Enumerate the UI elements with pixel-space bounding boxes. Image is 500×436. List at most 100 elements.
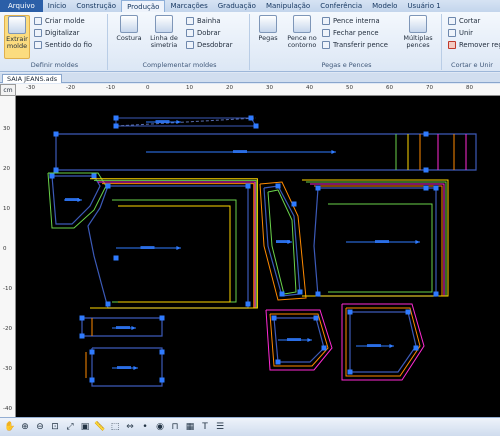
app-window: Arquivo Início Construção Produção Marcações… [0,0,500,436]
pattern-point [315,291,321,297]
grain-arrow [176,246,181,250]
group-definir-moldes: Extrair molde Criar molde Digitalizar Se… [2,14,108,70]
grain-label [155,120,170,123]
tab-in-cio[interactable]: Início [43,0,72,12]
pattern-point [113,255,119,261]
tab-confer-ncia[interactable]: Conferência [315,0,367,12]
back-piece-grade [302,179,449,297]
pattern-point [89,377,95,383]
ruler-tick: 0 [3,246,7,252]
pattern-point [105,183,111,189]
remover-button[interactable]: Remover reg [448,40,500,50]
tab-arquivo[interactable]: Arquivo [0,0,43,12]
back-yoke-outline [349,311,417,373]
pattern-point [291,201,297,207]
magnet-icon[interactable]: ⊓ [169,421,181,433]
tab-manipula-o[interactable]: Manipulação [261,0,315,12]
grain-label [375,240,389,243]
drawing-canvas[interactable] [16,96,500,417]
transferir-pence-button[interactable]: Transferir pence [322,40,388,50]
pence-interna-button[interactable]: Pence interna [322,16,380,26]
ruler-tick: 0 [146,85,150,91]
pattern-point [433,291,439,297]
pence-contorno-button[interactable]: Pence no contorno [284,15,320,49]
unfold-icon [186,41,194,49]
zoom-window-icon[interactable]: ⊡ [49,421,61,433]
desdobrar-button[interactable]: Desdobrar [186,40,233,50]
pattern-point [159,377,165,383]
tab-marca-es[interactable]: Marcações [165,0,212,12]
extrair-molde-button[interactable]: Extrair molde [4,15,30,59]
tab-usu-rio-1[interactable]: Usuário 1 [402,0,445,12]
ruler-tick: 20 [226,85,233,91]
text-icon[interactable]: T [199,421,211,433]
costura-button[interactable]: Costura [114,15,144,42]
group-label: Cortar e Unir [451,61,493,69]
grain-arrow [415,240,420,244]
ribbon: Extrair molde Criar molde Digitalizar Se… [0,12,500,72]
fechar-pence-button[interactable]: Fechar pence [322,28,379,38]
unir-button[interactable]: Unir [448,28,473,38]
hand-icon[interactable]: ✋ [4,421,16,433]
multiple-darts-icon [409,15,427,33]
grain-arrow [331,150,336,154]
zoom-page-icon[interactable]: ▣ [79,421,91,433]
seam-icon [120,15,138,33]
point-icon[interactable]: • [139,421,151,433]
multiplas-pences-button[interactable]: Múltiplas pences [398,15,438,49]
pattern-point [245,183,251,189]
grain-label [116,326,130,329]
tab-gradua-o[interactable]: Graduação [213,0,261,12]
criar-molde-button[interactable]: Criar molde [34,16,85,26]
front-inner-line [112,199,237,303]
measure-icon[interactable]: ⇔ [124,421,136,433]
ruler-tick: 20 [3,166,10,172]
digitalizar-button[interactable]: Digitalizar [34,28,79,38]
grain-label [140,246,155,249]
dobrar-button[interactable]: Dobrar [186,28,220,38]
tab-constru-o[interactable]: Construção [71,0,121,12]
ruler-icon[interactable]: 📏 [94,421,106,433]
ruler-tick: -20 [66,85,75,91]
grid-icon[interactable]: ▦ [184,421,196,433]
pattern-point [113,115,119,121]
eye-icon[interactable]: ◉ [154,421,166,433]
grain-label [367,344,381,347]
tab-modelo[interactable]: Modelo [367,0,402,12]
group-pegas-pences: Pegas Pence no contorno Pence interna Fe… [252,14,442,70]
pattern-point [271,315,277,321]
create-pattern-icon [34,17,42,25]
pattern-point [275,183,281,189]
bainha-button[interactable]: Bainha [186,16,221,26]
ruler-tick: 10 [3,206,10,212]
pattern-point [413,345,419,351]
pegas-button[interactable]: Pegas [254,15,282,42]
layers-icon[interactable]: ☰ [214,421,226,433]
sentido-fio-button[interactable]: Sentido do fio [34,40,92,50]
ruler-tick: -10 [106,85,115,91]
group-cortar-unir: Cortar Unir Remover reg Cortar e Unir [444,14,500,70]
pattern-point [321,345,327,351]
select-icon[interactable]: ⬚ [109,421,121,433]
linha-simetria-button[interactable]: Linha de simetria [146,15,182,49]
pattern-point [347,369,353,375]
dart-outline-icon [293,15,311,33]
document-tab[interactable]: SAIA JEANS.ads [2,74,63,83]
zoom-in-icon[interactable]: ⊕ [19,421,31,433]
pattern-point [89,349,95,355]
notches-icon [259,15,277,33]
front-piece-grade [98,181,256,309]
pattern-point [79,315,85,321]
zoom-fit-icon[interactable]: ⤢ [64,421,76,433]
group-label: Complementar moldes [142,61,217,69]
group-label: Definir moldes [30,61,79,69]
cortar-button[interactable]: Cortar [448,16,480,26]
front-inner-line [118,205,231,303]
pattern-point [91,173,97,179]
inner-dart-icon [322,17,330,25]
tab-produ-o[interactable]: Produção [121,0,166,12]
pattern-point [105,301,111,307]
ruler-tick: 10 [186,85,193,91]
ruler-tick: 60 [386,85,393,91]
zoom-out-icon[interactable]: ⊖ [34,421,46,433]
